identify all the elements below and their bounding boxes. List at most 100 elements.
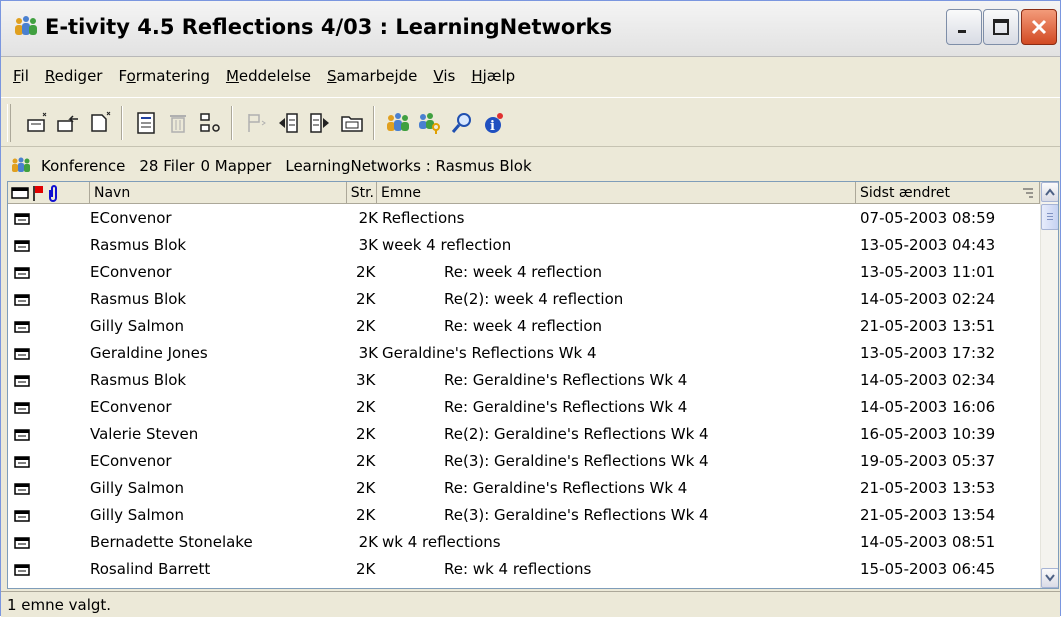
menu-vis-post: is <box>443 67 456 85</box>
menu-fil-post: il <box>20 67 29 85</box>
menu-samarbejde-post: amarbejde <box>336 67 418 85</box>
row-size: 2K <box>358 209 378 227</box>
folder-button[interactable] <box>337 108 367 138</box>
message-icon <box>14 240 30 252</box>
minimize-button[interactable] <box>946 9 982 45</box>
title-bar[interactable]: E-tivity 4.5 Reflections 4/03 : Learning… <box>1 1 1060 57</box>
properties-button[interactable] <box>131 108 161 138</box>
message-row[interactable]: EConvenor 2K Reflections 07-05-2003 08:59 <box>8 205 1040 232</box>
message-row[interactable]: Valerie Steven 2K Re(2): Geraldine's Refle… <box>8 421 1040 448</box>
message-icon <box>14 321 30 333</box>
menu-vis-accel: V <box>433 67 444 85</box>
message-row[interactable]: EConvenor 2K Re: Geraldine's Reflections W… <box>8 394 1040 421</box>
close-icon <box>1031 19 1047 35</box>
header-icon-columns[interactable] <box>8 182 90 204</box>
message-row[interactable]: Geraldine Jones 3K Geraldine's Reflections… <box>8 340 1040 367</box>
message-row[interactable]: Gilly Salmon 2K Re: Geraldine's Reflection… <box>8 475 1040 502</box>
info-icon: i <box>485 113 503 134</box>
message-row[interactable]: EConvenor 2K Re(3): Geraldine's Reflection… <box>8 448 1040 475</box>
close-button[interactable] <box>1021 9 1057 45</box>
column-header-modified[interactable]: Sidst ændret <box>856 182 1040 204</box>
message-row[interactable]: Rosalind Barrett 2K Re: wk 4 reflections 15… <box>8 556 1040 583</box>
reply-button[interactable] <box>53 108 83 138</box>
message-list[interactable]: Navn Str. Emne Sidst ændret EConvenor 2K R… <box>7 181 1059 589</box>
menu-formatering-post: rmatering <box>135 67 210 85</box>
row-author: EConvenor <box>90 398 172 416</box>
row-author: Bernadette Stonelake <box>90 533 253 551</box>
people-key-icon <box>419 113 440 134</box>
toolbar-grip[interactable] <box>7 104 11 142</box>
row-subject: Re: Geraldine's Reflections Wk 4 <box>444 398 688 416</box>
menu-samarbejde[interactable]: Samarbejde <box>319 67 425 85</box>
menu-hjaelp-accel: H <box>471 67 483 85</box>
toolbar-separator <box>231 106 233 140</box>
row-modified: 07-05-2003 08:59 <box>860 209 996 227</box>
row-size: 2K <box>356 263 376 281</box>
toolbar: i <box>1 97 1060 147</box>
row-author: EConvenor <box>90 263 172 281</box>
message-icon <box>14 375 30 387</box>
folder-icon <box>341 116 363 132</box>
delete-button[interactable] <box>163 108 193 138</box>
menu-rediger-post: ediger <box>54 67 103 85</box>
message-icon <box>14 510 30 522</box>
tree-view-button[interactable] <box>195 108 225 138</box>
scroll-thumb[interactable] <box>1041 204 1058 230</box>
menu-meddelelse[interactable]: Meddelelse <box>218 67 319 85</box>
row-size: 3K <box>356 371 376 389</box>
row-author: Rasmus Blok <box>90 290 187 308</box>
row-modified: 21-05-2003 13:53 <box>860 479 996 497</box>
people-icon <box>387 113 409 131</box>
row-modified: 15-05-2003 06:45 <box>860 560 996 578</box>
row-modified: 14-05-2003 02:24 <box>860 290 996 308</box>
maximize-button[interactable] <box>983 9 1019 45</box>
menu-hjaelp-post: jælp <box>482 67 516 85</box>
menu-fil-accel: F <box>13 67 21 85</box>
message-row[interactable]: Rasmus Blok 3K week 4 reflection 13-05-2003… <box>8 232 1040 259</box>
column-header-subject[interactable]: Emne <box>377 182 856 204</box>
menu-bar: Fil Rediger Formatering Meddelelse Samar… <box>1 61 1060 91</box>
app-people-icon <box>15 16 37 35</box>
message-row[interactable]: Rasmus Blok 3K Re: Geraldine's Reflections… <box>8 367 1040 394</box>
menu-formatering[interactable]: Formatering <box>110 67 217 85</box>
message-row[interactable]: Gilly Salmon 2K Re: week 4 reflection 21-05… <box>8 313 1040 340</box>
new-message-button[interactable] <box>23 108 53 138</box>
flag-button[interactable] <box>241 108 271 138</box>
new-document-button[interactable] <box>85 108 115 138</box>
column-header-name[interactable]: Navn <box>90 182 347 204</box>
conference-key-button[interactable] <box>415 108 445 138</box>
info-button[interactable]: i <box>479 108 509 138</box>
message-row[interactable]: Rasmus Blok 2K Re(2): week 4 reflection 14-… <box>8 286 1040 313</box>
new-document-icon <box>91 111 111 132</box>
row-modified: 14-05-2003 16:06 <box>860 398 996 416</box>
menu-fil[interactable]: Fil <box>1 67 37 85</box>
row-subject: week 4 reflection <box>382 236 512 254</box>
toolbar-separator <box>121 106 123 140</box>
row-modified: 13-05-2003 04:43 <box>860 236 996 254</box>
vertical-scrollbar[interactable] <box>1040 182 1058 588</box>
menu-vis[interactable]: Vis <box>425 67 463 85</box>
next-button[interactable] <box>305 108 335 138</box>
folder-count: 0 Mapper <box>200 157 272 175</box>
scroll-up-button[interactable] <box>1041 182 1058 202</box>
conference-button[interactable] <box>383 108 413 138</box>
row-subject: Re: Geraldine's Reflections Wk 4 <box>444 479 688 497</box>
previous-button[interactable] <box>273 108 303 138</box>
message-row[interactable]: Bernadette Stonelake 2K wk 4 reflections 14… <box>8 529 1040 556</box>
chevron-down-icon <box>1045 574 1055 582</box>
message-row[interactable]: EConvenor 2K Re: week 4 reflection 13-05-20… <box>8 259 1040 286</box>
toolbar-separator <box>373 106 375 140</box>
menu-formatering-pre: F <box>118 67 127 85</box>
row-size: 2K <box>356 425 376 443</box>
menu-hjaelp[interactable]: Hjælp <box>463 67 523 85</box>
message-row[interactable]: Gilly Salmon 2K Re(3): Geraldine's Reflect… <box>8 502 1040 529</box>
conference-icon <box>12 157 30 172</box>
row-modified: 21-05-2003 13:51 <box>860 317 996 335</box>
reply-icon <box>57 115 78 132</box>
scroll-down-button[interactable] <box>1041 568 1058 588</box>
search-button[interactable] <box>447 108 477 138</box>
chevron-up-icon <box>1045 188 1055 196</box>
menu-rediger[interactable]: Rediger <box>37 67 111 85</box>
row-size: 3K <box>358 344 378 362</box>
column-header-size[interactable]: Str. <box>347 182 377 204</box>
